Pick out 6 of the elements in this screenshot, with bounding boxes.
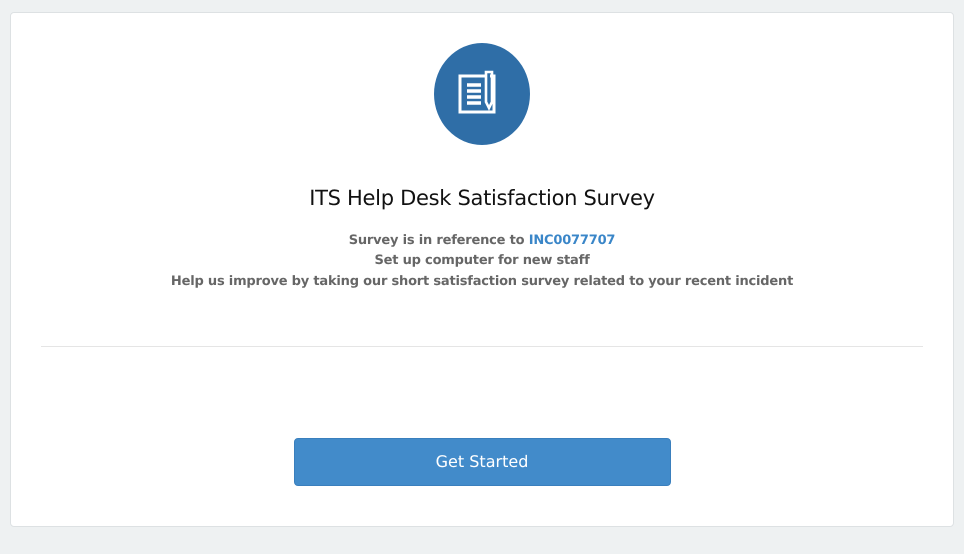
survey-title: ITS Help Desk Satisfaction Survey — [308, 185, 656, 212]
description-text: Set up computer for new staff — [373, 252, 591, 270]
get-started-button[interactable]: Get Started — [294, 438, 670, 486]
reference-text: Survey is in reference to INC0077707 — [348, 232, 616, 250]
description-text: Help us improve by taking our short satisfaction survey related to your recent incident — [170, 272, 794, 290]
incident-link[interactable]: INC0077707 — [528, 232, 616, 248]
